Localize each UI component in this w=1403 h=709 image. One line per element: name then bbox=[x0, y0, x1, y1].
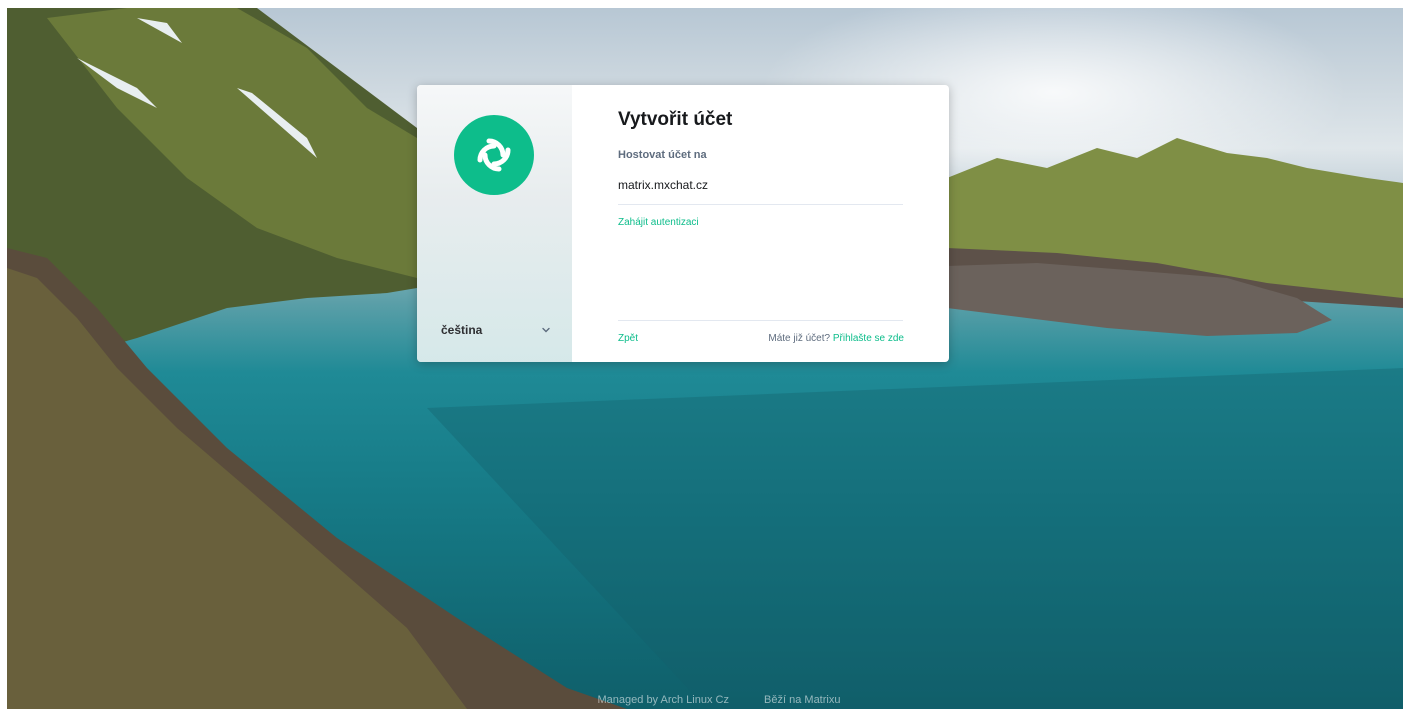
host-label: Hostovat účet na bbox=[618, 149, 707, 161]
language-selector[interactable]: čeština bbox=[441, 319, 551, 341]
login-prompt: Máte již účet? Přihlašte se zde bbox=[768, 333, 904, 344]
element-logo-icon bbox=[454, 115, 534, 195]
start-authentication-link[interactable]: Zahájit autentizaci bbox=[618, 217, 699, 228]
page-viewport: čeština Vytvořit účet Hostovat účet na m… bbox=[7, 8, 1403, 709]
signup-card: čeština Vytvořit účet Hostovat účet na m… bbox=[417, 85, 949, 362]
back-link[interactable]: Zpět bbox=[618, 333, 638, 344]
chevron-down-icon bbox=[541, 325, 551, 335]
homeserver-value: matrix.mxchat.cz bbox=[618, 178, 709, 192]
divider bbox=[618, 204, 903, 205]
element-logo-glyph bbox=[477, 138, 511, 172]
card-main: Vytvořit účet Hostovat účet na matrix.mx… bbox=[572, 85, 949, 362]
language-label: čeština bbox=[441, 323, 483, 337]
sign-in-link[interactable]: Přihlašte se zde bbox=[833, 333, 904, 344]
page-title: Vytvořit účet bbox=[618, 109, 733, 130]
card-sidebar: čeština bbox=[417, 85, 572, 362]
footer: Managed by Arch Linux Cz Běží na Matrixu bbox=[7, 694, 1403, 706]
managed-by-link[interactable]: Managed by Arch Linux Cz bbox=[598, 694, 729, 706]
powered-by-matrix-link[interactable]: Běží na Matrixu bbox=[764, 694, 840, 706]
divider bbox=[618, 320, 903, 321]
login-prompt-text: Máte již účet? bbox=[768, 333, 831, 344]
